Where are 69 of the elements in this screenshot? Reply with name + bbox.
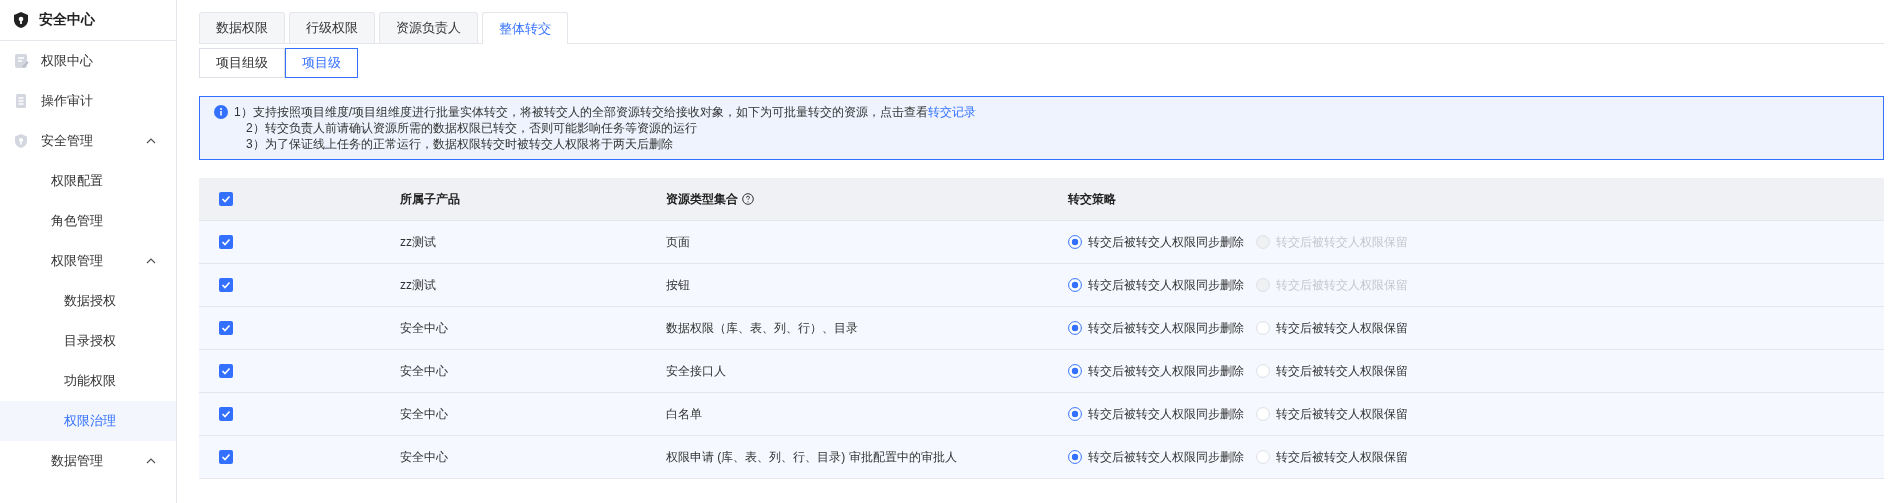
sidebar-item[interactable]: 数据授权 bbox=[0, 281, 176, 321]
radio-option[interactable]: 转交后被转交人权限保留 bbox=[1256, 362, 1408, 380]
table-cell: 数据权限（库、表、列、行）、目录 bbox=[666, 320, 858, 335]
document-icon bbox=[13, 53, 29, 69]
radio-button[interactable] bbox=[1068, 278, 1082, 292]
table-cell: 安全中心 bbox=[400, 363, 448, 378]
tab[interactable]: 数据权限 bbox=[199, 12, 285, 43]
sidebar-item[interactable]: 目录授权 bbox=[0, 321, 176, 361]
sidebar-item[interactable]: 安全管理 bbox=[0, 121, 176, 161]
radio-option[interactable]: 转交后被转交人权限保留 bbox=[1256, 405, 1408, 423]
shield-icon bbox=[13, 11, 29, 29]
table-cell: 安全中心 bbox=[400, 320, 448, 335]
checkbox[interactable] bbox=[219, 407, 233, 421]
column-header: 转交策略 bbox=[1068, 191, 1116, 206]
tab[interactable]: 整体转交 bbox=[482, 12, 568, 44]
sidebar-title: 安全中心 bbox=[0, 0, 176, 41]
shield-icon bbox=[13, 133, 29, 149]
radio-button[interactable] bbox=[1068, 321, 1082, 335]
table-cell: 白名单 bbox=[666, 406, 702, 421]
table-cell: zz测试 bbox=[400, 234, 436, 249]
radio-option[interactable]: 转交后被转交人权限同步删除 bbox=[1068, 319, 1244, 337]
table-cell: 权限申请 (库、表、列、行、目录) 审批配置中的审批人 bbox=[666, 449, 957, 464]
tab[interactable]: 行级权限 bbox=[289, 12, 375, 43]
checkbox[interactable] bbox=[219, 235, 233, 249]
sidebar-item[interactable]: 数据管理 bbox=[0, 441, 176, 481]
caret-icon bbox=[146, 458, 156, 464]
radio-option[interactable]: 转交后被转交人权限保留 bbox=[1256, 448, 1408, 466]
table-cell: 页面 bbox=[666, 234, 690, 249]
radio-option[interactable]: 转交后被转交人权限同步删除 bbox=[1068, 233, 1244, 251]
radio-button[interactable] bbox=[1068, 235, 1082, 249]
checkbox[interactable] bbox=[219, 364, 233, 378]
sidebar-item[interactable]: 功能权限 bbox=[0, 361, 176, 401]
table-cell: 安全接口人 bbox=[666, 363, 726, 378]
radio-button[interactable] bbox=[1068, 407, 1082, 421]
table-cell: zz测试 bbox=[400, 277, 436, 292]
info-icon bbox=[214, 105, 228, 119]
sidebar-item[interactable]: 权限中心 bbox=[0, 41, 176, 81]
radio-button[interactable] bbox=[1068, 364, 1082, 378]
caret-icon bbox=[146, 258, 156, 264]
radio-option[interactable]: 转交后被转交人权限保留 bbox=[1256, 319, 1408, 337]
help-icon bbox=[742, 192, 754, 205]
notice-text: 2）转交负责人前请确认资源所需的数据权限已转交，否则可能影响任务等资源的运行 bbox=[245, 120, 698, 136]
sidebar-item[interactable]: 权限治理 bbox=[0, 401, 176, 441]
radio-button[interactable] bbox=[1068, 450, 1082, 464]
transfer-record-link[interactable]: 转交记录 bbox=[928, 105, 976, 119]
sidebar-item[interactable]: 权限配置 bbox=[0, 161, 176, 201]
notice-text: 1）支持按照项目维度/项目组维度进行批量实体转交，将被转交人的全部资源转交给接收对象，如下为可批量转交的资源，点击查看转交记录 bbox=[234, 104, 976, 120]
caret-icon bbox=[146, 138, 156, 144]
column-header: 资源类型集合 bbox=[666, 191, 738, 206]
segment-tab[interactable]: 项目组级 bbox=[199, 48, 285, 78]
sidebar-item[interactable]: 操作审计 bbox=[0, 81, 176, 121]
radio-option[interactable]: 转交后被转交人权限同步删除 bbox=[1068, 362, 1244, 380]
checkbox[interactable] bbox=[219, 192, 233, 206]
receipt-icon bbox=[13, 93, 29, 109]
checkbox[interactable] bbox=[219, 321, 233, 335]
segment-tab[interactable]: 项目级 bbox=[285, 48, 358, 78]
checkbox[interactable] bbox=[219, 278, 233, 292]
notice-text: 3）为了保证线上任务的正常运行，数据权限转交时被转交人权限将于两天后删除 bbox=[245, 136, 674, 152]
tab[interactable]: 资源负责人 bbox=[379, 12, 478, 43]
radio-option[interactable]: 转交后被转交人权限同步删除 bbox=[1068, 276, 1244, 294]
table-cell: 按钮 bbox=[666, 277, 690, 292]
column-header: 所属子产品 bbox=[400, 191, 460, 206]
radio-option[interactable]: 转交后被转交人权限同步删除 bbox=[1068, 448, 1244, 466]
table-cell: 安全中心 bbox=[400, 406, 448, 421]
sidebar-item[interactable]: 角色管理 bbox=[0, 201, 176, 241]
radio-option[interactable]: 转交后被转交人权限同步删除 bbox=[1068, 405, 1244, 423]
checkbox[interactable] bbox=[219, 450, 233, 464]
table-cell: 安全中心 bbox=[400, 449, 448, 464]
sidebar-item[interactable]: 权限管理 bbox=[0, 241, 176, 281]
